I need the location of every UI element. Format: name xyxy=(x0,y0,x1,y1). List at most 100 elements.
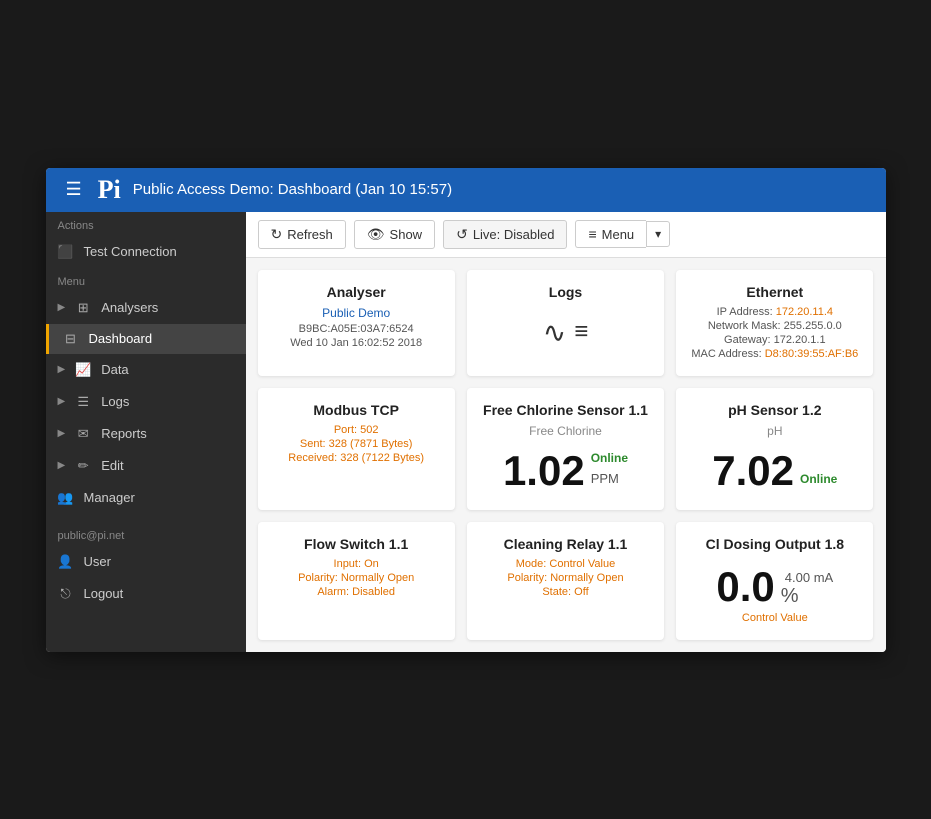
analyser-timestamp: Wed 10 Jan 16:02:52 2018 xyxy=(290,337,422,349)
show-button[interactable]: 👁 Show xyxy=(354,220,435,249)
test-connection-label: Test Connection xyxy=(84,244,177,259)
sidebar-item-dashboard[interactable]: ⊟ Dashboard xyxy=(46,324,246,354)
ethernet-gateway-row: Gateway: 172.20.1.1 xyxy=(724,334,826,346)
edit-label: Edit xyxy=(101,458,123,473)
dashboard-label: Dashboard xyxy=(89,331,153,346)
flow-alarm-value: Disabled xyxy=(352,586,395,598)
analyser-id: B9BC:A05E:03A7:6524 xyxy=(299,323,414,335)
user-section: public@pi.net 👤 User ⎋ Logout xyxy=(46,514,246,610)
cl-dosing-title: Cl Dosing Output 1.8 xyxy=(706,536,844,552)
cleaning-relay-card: Cleaning Relay 1.1 Mode: Control Value P… xyxy=(467,522,664,640)
refresh-label: Refresh xyxy=(287,227,333,242)
sidebar-item-test-connection[interactable]: ⬛ Test Connection xyxy=(46,236,246,268)
refresh-icon: ↻ xyxy=(271,226,283,243)
chevron-down-icon: ▾ xyxy=(655,227,661,241)
sidebar-item-logs[interactable]: ▶ ☰ Logs xyxy=(46,386,246,418)
logs-label: Logs xyxy=(101,394,129,409)
flow-input-row: Input: On xyxy=(334,558,379,570)
cleaning-polarity-label: Polarity: xyxy=(507,572,547,584)
menu-dropdown: ≡ Menu ▾ xyxy=(575,220,670,248)
ethernet-title: Ethernet xyxy=(746,284,803,300)
reports-icon: ✉ xyxy=(75,426,91,442)
cl-dosing-unit: % xyxy=(781,585,799,608)
main-layout: Actions ⬛ Test Connection Menu ▶ ⊞ Analy… xyxy=(46,212,886,652)
sidebar-item-user[interactable]: 👤 User xyxy=(46,546,246,578)
edit-chevron-icon: ▶ xyxy=(58,460,66,471)
logs-card: Logs ∿ ≡ xyxy=(467,270,664,376)
refresh-button[interactable]: ↻ Refresh xyxy=(258,220,346,249)
free-chlorine-card: Free Chlorine Sensor 1.1 Free Chlorine 1… xyxy=(467,388,664,510)
monitor-icon: ⬛ xyxy=(58,244,74,260)
mac-value: D8:80:39:55:AF:B6 xyxy=(765,348,859,360)
flow-input-label: Input: xyxy=(334,558,362,570)
toolbar: ↻ Refresh 👁 Show ↺ Live: Disabled ≡ Menu xyxy=(246,212,886,258)
ph-sensor-value-row: 7.02 Online xyxy=(712,450,837,492)
live-button[interactable]: ↺ Live: Disabled xyxy=(443,220,567,249)
free-chlorine-value-row: 1.02 Online PPM xyxy=(503,450,628,492)
free-chlorine-title: Free Chlorine Sensor 1.1 xyxy=(483,402,648,418)
data-icon: 📈 xyxy=(75,362,91,378)
analysers-label: Analysers xyxy=(101,300,158,315)
user-label: User xyxy=(84,554,111,569)
grid-icon: ⊞ xyxy=(75,300,91,316)
eye-icon: 👁 xyxy=(367,226,385,243)
sidebar-item-data[interactable]: ▶ 📈 Data xyxy=(46,354,246,386)
sidebar-item-manager[interactable]: 👥 Manager xyxy=(46,482,246,514)
flow-switch-title: Flow Switch 1.1 xyxy=(304,536,408,552)
cl-dosing-footer: Control Value xyxy=(742,612,808,624)
modbus-sent-row: Sent: 328 (7871 Bytes) xyxy=(300,438,413,450)
ph-sensor-subtitle: pH xyxy=(767,424,782,438)
cleaning-state-value: Off xyxy=(574,586,588,598)
free-chlorine-value: 1.02 xyxy=(503,450,585,492)
manager-label: Manager xyxy=(84,490,135,505)
cl-dosing-value: 0.0 xyxy=(716,566,774,608)
flow-alarm-label: Alarm: xyxy=(317,586,349,598)
port-value: 502 xyxy=(360,424,378,436)
cleaning-state-row: State: Off xyxy=(542,586,588,598)
ip-label: IP Address: xyxy=(717,306,773,318)
ph-sensor-title: pH Sensor 1.2 xyxy=(728,402,821,418)
sidebar-item-analysers[interactable]: ▶ ⊞ Analysers xyxy=(46,292,246,324)
ph-sensor-value: 7.02 xyxy=(712,450,794,492)
logs-icons: ∿ ≡ xyxy=(543,316,588,349)
logout-icon: ⎋ xyxy=(58,586,74,602)
flow-polarity-value: Normally Open xyxy=(341,572,414,584)
ethernet-ip-row: IP Address: 172.20.11.4 xyxy=(717,306,833,318)
ethernet-mac-row: MAC Address: D8:80:39:55:AF:B6 xyxy=(691,348,858,360)
data-label: Data xyxy=(101,362,128,377)
cleaning-mode-label: Mode: xyxy=(516,558,547,570)
modbus-title: Modbus TCP xyxy=(313,402,399,418)
sidebar-item-edit[interactable]: ▶ ✏ Edit xyxy=(46,450,246,482)
ip-value: 172.20.11.4 xyxy=(776,306,833,318)
gateway-value: 172.20.1.1 xyxy=(774,334,826,346)
header-menu-button[interactable]: ☰ xyxy=(62,175,86,204)
cleaning-polarity-value: Normally Open xyxy=(550,572,623,584)
actions-label: Actions xyxy=(46,212,246,236)
user-email: public@pi.net xyxy=(46,522,246,546)
cleaning-polarity-row: Polarity: Normally Open xyxy=(507,572,623,584)
content: ↻ Refresh 👁 Show ↺ Live: Disabled ≡ Menu xyxy=(246,212,886,652)
manager-icon: 👥 xyxy=(58,490,74,506)
cleaning-mode-row: Mode: Control Value xyxy=(516,558,615,570)
menu-button[interactable]: ≡ Menu xyxy=(575,220,646,248)
sent-label: Sent: xyxy=(300,438,326,450)
sidebar: Actions ⬛ Test Connection Menu ▶ ⊞ Analy… xyxy=(46,212,246,652)
edit-icon: ✏ xyxy=(75,458,91,474)
menu-dropdown-arrow[interactable]: ▾ xyxy=(646,221,670,247)
gateway-label: Gateway: xyxy=(724,334,770,346)
cl-dosing-value-row: 0.0 4.00 mA % xyxy=(716,566,833,608)
logs-chevron-icon: ▶ xyxy=(58,396,66,407)
free-chlorine-subtitle: Free Chlorine xyxy=(529,424,602,438)
sidebar-item-logout[interactable]: ⎋ Logout xyxy=(46,578,246,610)
mask-label: Network Mask: xyxy=(708,320,781,332)
flow-polarity-label: Polarity: xyxy=(298,572,338,584)
flow-alarm-row: Alarm: Disabled xyxy=(317,586,395,598)
flow-switch-card: Flow Switch 1.1 Input: On Polarity: Norm… xyxy=(258,522,455,640)
pi-logo-text: Pi xyxy=(98,175,121,205)
sent-value: 328 (7871 Bytes) xyxy=(329,438,413,450)
logout-label: Logout xyxy=(84,586,124,601)
sidebar-item-reports[interactable]: ▶ ✉ Reports xyxy=(46,418,246,450)
analyser-name: Public Demo xyxy=(322,306,390,320)
menu-lines-icon: ≡ xyxy=(588,226,596,242)
chart-line-icon: ∿ xyxy=(543,316,566,349)
